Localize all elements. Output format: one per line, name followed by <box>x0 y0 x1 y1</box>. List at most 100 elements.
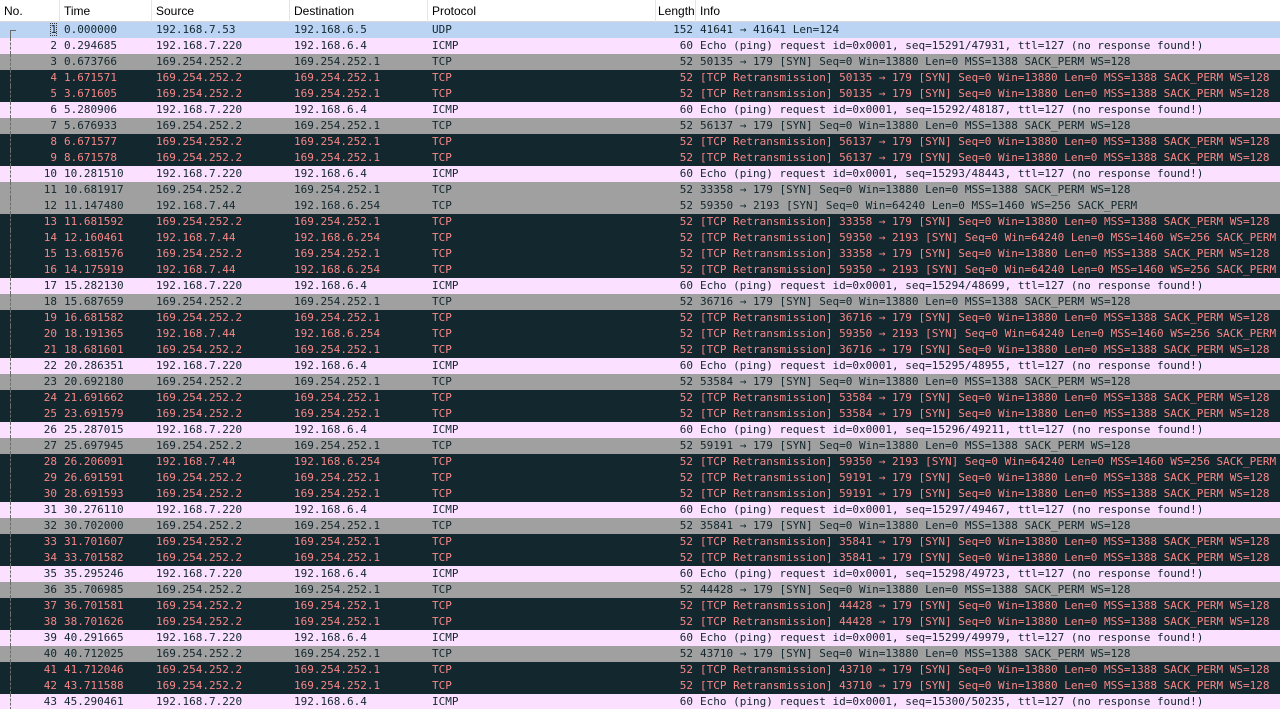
packet-number: 6 <box>0 102 60 118</box>
packet-source: 169.254.252.2 <box>156 71 243 84</box>
packet-length: 52 <box>679 247 693 260</box>
column-header-no[interactable]: No. <box>0 0 60 22</box>
table-row[interactable]: 36 35.706985 169.254.252.2 169.254.252.1 TCP… <box>0 582 1280 598</box>
table-row[interactable]: 6 5.280906 192.168.7.220 192.168.6.4 ICMP 60 E… <box>0 102 1280 118</box>
conversation-line-icon <box>10 310 16 326</box>
table-row[interactable]: 29 26.691591 169.254.252.2 169.254.252.1 TCP… <box>0 470 1280 486</box>
packet-source: 169.254.252.2 <box>156 551 243 564</box>
table-row[interactable]: 8 6.671577 169.254.252.2 169.254.252.1 TCP 52… <box>0 134 1280 150</box>
table-row[interactable]: 23 20.692180 169.254.252.2 169.254.252.1 TCP… <box>0 374 1280 390</box>
table-row[interactable]: 26 25.287015 192.168.7.220 192.168.6.4 ICMP 6… <box>0 422 1280 438</box>
packet-protocol: TCP <box>432 295 452 308</box>
table-row[interactable]: 28 26.206091 192.168.7.44 192.168.6.254 TCP 5… <box>0 454 1280 470</box>
table-row[interactable]: 24 21.691662 169.254.252.2 169.254.252.1 TCP… <box>0 390 1280 406</box>
column-header-source[interactable]: Source <box>152 0 290 22</box>
packet-rows: 1 0.000000 192.168.7.53 192.168.6.5 UDP 152 41… <box>0 22 1280 709</box>
packet-number: 30 <box>0 486 60 502</box>
table-row[interactable]: 9 8.671578 169.254.252.2 169.254.252.1 TCP 52… <box>0 150 1280 166</box>
packet-length: 52 <box>679 311 693 324</box>
packet-info: [TCP Retransmission] 43710 → 179 [SYN] S… <box>700 679 1270 692</box>
conversation-line-icon <box>10 390 16 406</box>
table-row[interactable]: 7 5.676933 169.254.252.2 169.254.252.1 TCP 52… <box>0 118 1280 134</box>
table-row[interactable]: 13 11.681592 169.254.252.2 169.254.252.1 TCP… <box>0 214 1280 230</box>
table-row[interactable]: 34 33.701582 169.254.252.2 169.254.252.1 TCP… <box>0 550 1280 566</box>
packet-length: 52 <box>679 119 693 132</box>
table-row[interactable]: 4 1.671571 169.254.252.2 169.254.252.1 TCP 52… <box>0 70 1280 86</box>
packet-destination: 192.168.6.4 <box>294 423 367 436</box>
packet-time: 20.692180 <box>64 375 124 388</box>
packet-protocol: TCP <box>432 439 452 452</box>
packet-protocol: ICMP <box>432 103 459 116</box>
table-row[interactable]: 41 41.712046 169.254.252.2 169.254.252.1 TCP… <box>0 662 1280 678</box>
column-header-protocol[interactable]: Protocol <box>428 0 656 22</box>
packet-number-text: 3 <box>50 55 57 68</box>
packet-number-text: 36 <box>43 583 57 596</box>
table-row[interactable]: 42 43.711588 169.254.252.2 169.254.252.1 TCP… <box>0 678 1280 694</box>
table-row[interactable]: 43 45.290461 192.168.7.220 192.168.6.4 ICMP 6… <box>0 694 1280 709</box>
table-row[interactable]: 1 0.000000 192.168.7.53 192.168.6.5 UDP 152 41… <box>0 22 1280 38</box>
packet-source: 192.168.7.220 <box>156 695 243 708</box>
column-header-info[interactable]: Info <box>696 0 1280 22</box>
conversation-line-icon <box>10 374 16 390</box>
table-row[interactable]: 3 0.673766 169.254.252.2 169.254.252.1 TCP 52… <box>0 54 1280 70</box>
packet-destination: 169.254.252.1 <box>294 183 381 196</box>
packet-source: 192.168.7.44 <box>156 199 236 212</box>
conversation-line-icon <box>10 198 16 214</box>
packet-destination: 169.254.252.1 <box>294 679 381 692</box>
table-row[interactable]: 20 18.191365 192.168.7.44 192.168.6.254 TCP 5… <box>0 326 1280 342</box>
packet-protocol: TCP <box>432 311 452 324</box>
table-row[interactable]: 27 25.697945 169.254.252.2 169.254.252.1 TCP… <box>0 438 1280 454</box>
table-row[interactable]: 15 13.681576 169.254.252.2 169.254.252.1 TCP… <box>0 246 1280 262</box>
packet-number: 41 <box>0 662 60 678</box>
conversation-line-icon <box>10 214 16 230</box>
packet-source: 169.254.252.2 <box>156 663 243 676</box>
packet-protocol: TCP <box>432 599 452 612</box>
packet-source: 192.168.7.220 <box>156 103 243 116</box>
packet-info: 43710 → 179 [SYN] Seq=0 Win=13880 Len=0 … <box>700 647 1131 660</box>
packet-number: 19 <box>0 310 60 326</box>
packet-time: 0.000000 <box>64 23 117 36</box>
packet-number-text: 13 <box>43 215 57 228</box>
table-row[interactable]: 19 16.681582 169.254.252.2 169.254.252.1 TCP… <box>0 310 1280 326</box>
table-row[interactable]: 39 40.291665 192.168.7.220 192.168.6.4 ICMP 6… <box>0 630 1280 646</box>
column-header-destination[interactable]: Destination <box>290 0 428 22</box>
table-row[interactable]: 22 20.286351 192.168.7.220 192.168.6.4 ICMP 6… <box>0 358 1280 374</box>
table-row[interactable]: 16 14.175919 192.168.7.44 192.168.6.254 TCP 5… <box>0 262 1280 278</box>
packet-source: 169.254.252.2 <box>156 87 243 100</box>
packet-info: [TCP Retransmission] 36716 → 179 [SYN] S… <box>700 343 1270 356</box>
table-row[interactable]: 31 30.276110 192.168.7.220 192.168.6.4 ICMP 6… <box>0 502 1280 518</box>
conversation-line-icon <box>10 134 16 150</box>
table-row[interactable]: 10 10.281510 192.168.7.220 192.168.6.4 ICMP 6… <box>0 166 1280 182</box>
table-row[interactable]: 14 12.160461 192.168.7.44 192.168.6.254 TCP 5… <box>0 230 1280 246</box>
column-header-length[interactable]: Length <box>656 0 696 22</box>
table-row[interactable]: 32 30.702000 169.254.252.2 169.254.252.1 TCP… <box>0 518 1280 534</box>
packet-destination: 169.254.252.1 <box>294 599 381 612</box>
table-row[interactable]: 38 38.701626 169.254.252.2 169.254.252.1 TCP… <box>0 614 1280 630</box>
packet-length: 60 <box>679 167 693 180</box>
table-row[interactable]: 33 31.701607 169.254.252.2 169.254.252.1 TCP… <box>0 534 1280 550</box>
table-row[interactable]: 17 15.282130 192.168.7.220 192.168.6.4 ICMP 6… <box>0 278 1280 294</box>
packet-length: 52 <box>679 455 693 468</box>
conversation-line-icon <box>10 278 16 294</box>
table-row[interactable]: 2 0.294685 192.168.7.220 192.168.6.4 ICMP 60 E… <box>0 38 1280 54</box>
packet-time: 31.701607 <box>64 535 124 548</box>
table-row[interactable]: 37 36.701581 169.254.252.2 169.254.252.1 TCP… <box>0 598 1280 614</box>
table-row[interactable]: 21 18.681601 169.254.252.2 169.254.252.1 TCP… <box>0 342 1280 358</box>
packet-source: 169.254.252.2 <box>156 151 243 164</box>
table-row[interactable]: 40 40.712025 169.254.252.2 169.254.252.1 TCP… <box>0 646 1280 662</box>
packet-time: 43.711588 <box>64 679 124 692</box>
packet-source: 169.254.252.2 <box>156 215 243 228</box>
packet-source: 169.254.252.2 <box>156 135 243 148</box>
table-row[interactable]: 12 11.147480 192.168.7.44 192.168.6.254 TCP 5… <box>0 198 1280 214</box>
packet-number: 42 <box>0 678 60 694</box>
table-row[interactable]: 18 15.687659 169.254.252.2 169.254.252.1 TCP… <box>0 294 1280 310</box>
column-header-time[interactable]: Time <box>60 0 152 22</box>
table-row[interactable]: 30 28.691593 169.254.252.2 169.254.252.1 TCP… <box>0 486 1280 502</box>
table-row[interactable]: 5 3.671605 169.254.252.2 169.254.252.1 TCP 52… <box>0 86 1280 102</box>
packet-source: 192.168.7.44 <box>156 455 236 468</box>
packet-length: 52 <box>679 551 693 564</box>
conversation-line-icon <box>10 102 16 118</box>
table-row[interactable]: 11 10.681917 169.254.252.2 169.254.252.1 TCP… <box>0 182 1280 198</box>
table-row[interactable]: 25 23.691579 169.254.252.2 169.254.252.1 TCP… <box>0 406 1280 422</box>
table-row[interactable]: 35 35.295246 192.168.7.220 192.168.6.4 ICMP 6… <box>0 566 1280 582</box>
